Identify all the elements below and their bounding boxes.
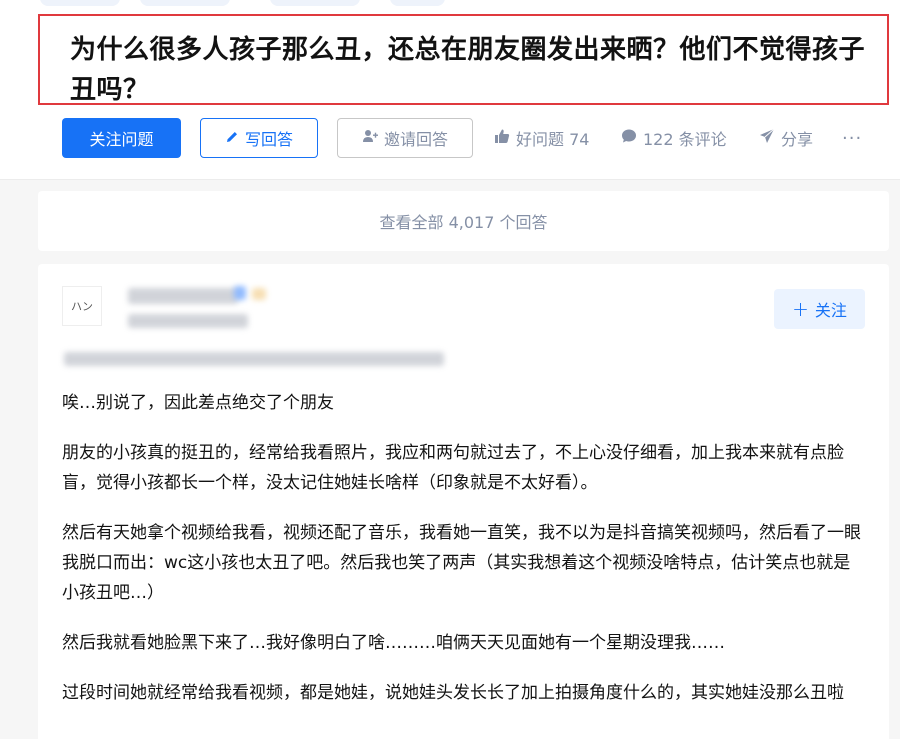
answer-meta-blurred [64,352,444,366]
pencil-icon [225,129,239,148]
answer-card: ハン + 关注 唉…别说了，因此差点绝交了个朋友 朋友的小孩真的挺丑的，经常给我… [38,264,889,739]
share-button[interactable]: 分享 [759,118,813,158]
share-label: 分享 [781,130,814,149]
write-answer-label: 写回答 [244,130,293,149]
answer-paragraph: 过段时间她就经常给我看视频，都是她娃，说她娃头发长长了加上拍摄角度什么的，其实她… [62,683,844,703]
answer-paragraph: 唉…别说了，因此差点绝交了个朋友 [62,393,334,413]
follow-author-button[interactable]: + 关注 [774,289,865,329]
view-all-answers[interactable]: 查看全部 4,017 个回答 [38,191,889,251]
topic-tag[interactable] [270,0,360,6]
answer-paragraph: 朋友的小孩真的挺丑的，经常给我看照片，我应和两句就过去了，不上心没仔细看，加上我… [62,443,844,493]
topic-tag[interactable] [140,0,230,6]
follow-author-label: 关注 [814,301,847,320]
author-name-blurred[interactable] [128,288,238,304]
follow-question-label: 关注问题 [89,130,154,149]
question-actions: 关注问题 写回答 邀请回答 好问题 74 122 条评论 分享 ··· [62,118,882,158]
more-icon: ··· [842,127,863,149]
topic-tag[interactable] [390,0,445,6]
follow-question-button[interactable]: 关注问题 [62,118,181,158]
write-answer-button[interactable]: 写回答 [200,118,318,158]
answer-content: 唉…别说了，因此差点绝交了个朋友 朋友的小孩真的挺丑的，经常给我看照片，我应和两… [62,388,862,728]
paper-plane-icon [759,128,775,148]
good-question-label: 好问题 74 [516,130,590,149]
author-badge-icon [252,288,266,300]
answer-paragraph: 然后有天她拿个视频给我看，视频还配了音乐，我看她一直笑，我不以为是抖音搞笑视频吗… [62,523,861,603]
author-bio-blurred [128,314,248,328]
comments-button[interactable]: 122 条评论 [621,118,727,158]
add-user-icon [362,128,378,148]
question-header: 为什么很多人孩子那么丑，还总在朋友圈发出来晒？他们不觉得孩子丑吗？ 关注问题 写… [0,0,900,180]
thumbs-up-icon [494,128,510,148]
view-all-answers-label: 查看全部 4,017 个回答 [379,213,548,232]
more-options-button[interactable]: ··· [842,118,862,158]
invite-answer-label: 邀请回答 [383,130,448,149]
invite-answer-button[interactable]: 邀请回答 [337,118,473,158]
answer-paragraph: 然后我就看她脸黑下来了…我好像明白了啥………咱俩天天见面她有一个星期没理我…… [62,633,725,653]
author-badge-icon [234,286,246,300]
plus-icon: + [792,297,809,321]
comments-label: 122 条评论 [643,130,727,149]
avatar[interactable]: ハン [62,286,102,326]
topic-tag[interactable] [40,0,120,6]
good-question-button[interactable]: 好问题 74 [494,118,589,158]
comment-bubble-icon [621,128,637,148]
avatar-text: ハン [71,300,93,313]
question-title-highlight: 为什么很多人孩子那么丑，还总在朋友圈发出来晒？他们不觉得孩子丑吗？ [38,14,889,105]
question-title: 为什么很多人孩子那么丑，还总在朋友圈发出来晒？他们不觉得孩子丑吗？ [70,35,866,105]
